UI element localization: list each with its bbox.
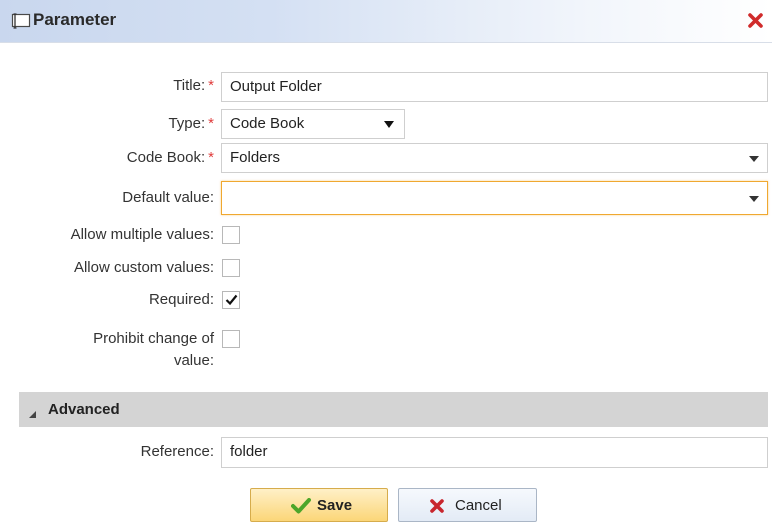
- advanced-section-header[interactable]: Advanced: [19, 392, 768, 427]
- allow-custom-label: Allow custom values:: [73, 259, 214, 276]
- cancel-button[interactable]: Cancel: [398, 488, 537, 522]
- prohibit-change-label: Prohibit change of value:: [93, 330, 214, 369]
- required-marker: *: [208, 77, 214, 94]
- type-label: Type: *: [168, 115, 214, 132]
- save-button[interactable]: Save: [250, 488, 388, 522]
- codebook-label: Code Book: *: [126, 149, 214, 166]
- dialog-title: Parameter: [33, 10, 117, 29]
- save-label: Save: [317, 497, 353, 514]
- title-input[interactable]: Output Folder: [221, 72, 768, 102]
- reference-label: Reference:: [140, 443, 214, 460]
- default-value-label: Default value:: [122, 189, 214, 206]
- type-select[interactable]: Code Book: [221, 109, 405, 139]
- advanced-section-title: Advanced: [48, 401, 120, 418]
- parameter-dialog: Parameter Title: * Output Folder Type: * C…: [0, 0, 772, 526]
- default-value-combobox[interactable]: [221, 181, 768, 215]
- title-label: Title: *: [173, 77, 214, 94]
- prohibit-change-checkbox[interactable]: [222, 330, 240, 348]
- close-icon[interactable]: [747, 12, 764, 29]
- required-checkbox[interactable]: [222, 291, 240, 309]
- cancel-label: Cancel: [455, 497, 502, 514]
- allow-multiple-label: Allow multiple values:: [70, 226, 214, 243]
- codebook-combobox[interactable]: Folders: [221, 143, 768, 173]
- required-label: Required:: [148, 291, 214, 308]
- reference-input[interactable]: folder: [221, 437, 768, 468]
- check-icon: [225, 294, 238, 306]
- triangle-icon[interactable]: [29, 406, 37, 423]
- required-marker: *: [208, 115, 214, 132]
- dropdown-arrow-icon: [384, 121, 394, 128]
- required-marker: *: [208, 149, 214, 166]
- parameter-icon: [11, 12, 31, 34]
- allow-multiple-checkbox[interactable]: [222, 226, 240, 244]
- check-icon: [291, 498, 311, 514]
- x-icon: [430, 499, 444, 513]
- dialog-titlebar: Parameter: [0, 0, 772, 43]
- dropdown-arrow-icon[interactable]: [749, 196, 759, 202]
- dropdown-arrow-icon[interactable]: [749, 156, 759, 162]
- allow-custom-checkbox[interactable]: [222, 259, 240, 277]
